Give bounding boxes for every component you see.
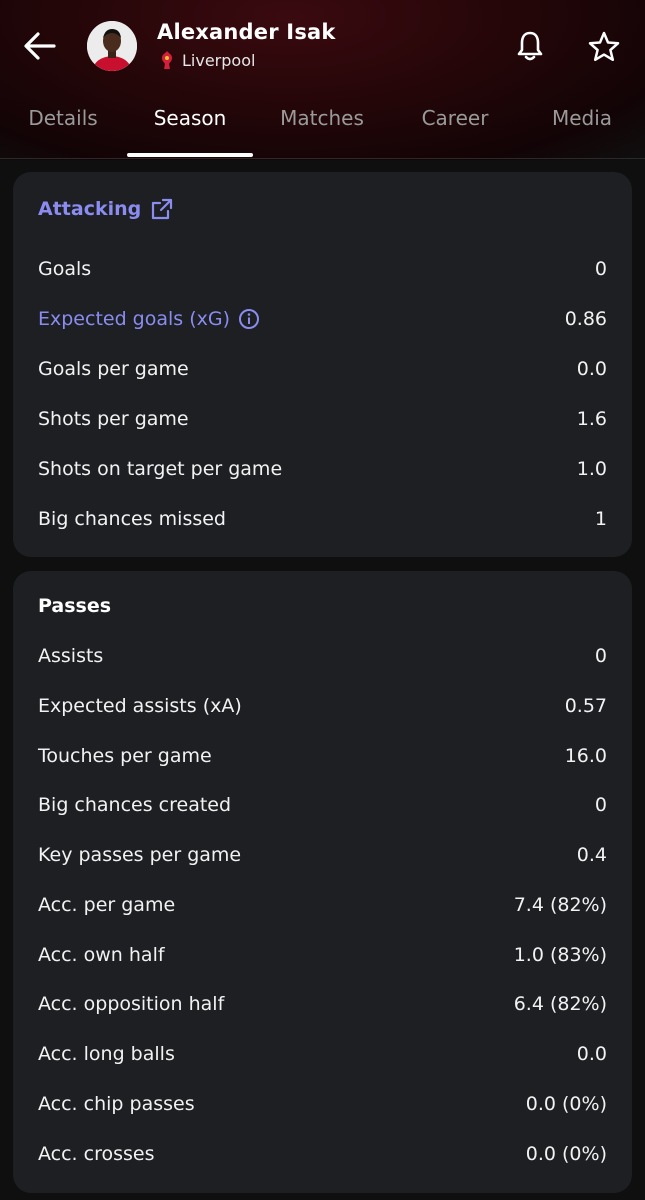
stat-value: 1 xyxy=(594,508,607,530)
stat-value: 0.0 xyxy=(576,358,607,380)
stat-value: 6.4 (82%) xyxy=(513,993,607,1015)
stat-label: Goals per game xyxy=(38,358,189,380)
stat-value: 0.0 (0%) xyxy=(525,1143,607,1165)
stat-label: Touches per game xyxy=(38,745,212,767)
stat-row-acc-opposition-half: Acc. opposition half 6.4 (82%) xyxy=(38,991,607,1021)
back-button[interactable] xyxy=(20,26,60,66)
notify-button[interactable] xyxy=(515,30,545,62)
stat-row-touches: Touches per game 16.0 xyxy=(38,743,607,773)
stat-value: 0.0 (0%) xyxy=(525,1093,607,1115)
stat-value: 0 xyxy=(594,794,607,816)
stat-label: Assists xyxy=(38,645,104,667)
stat-label: Expected assists (xA) xyxy=(38,695,242,717)
stat-row-acc-chip-passes: Acc. chip passes 0.0 (0%) xyxy=(38,1091,607,1121)
stat-label: Expected goals (xG) xyxy=(38,308,231,330)
passes-title: Passes xyxy=(38,595,112,617)
stat-row-acc-own-half: Acc. own half 1.0 (83%) xyxy=(38,942,607,972)
stat-label: Acc. long balls xyxy=(38,1043,175,1065)
stat-label: Acc. own half xyxy=(38,944,165,966)
stat-label: Acc. per game xyxy=(38,894,176,916)
stat-label: Key passes per game xyxy=(38,844,242,866)
stat-row-assists: Assists 0 xyxy=(38,643,607,673)
arrow-left-icon xyxy=(24,32,56,60)
stat-value: 0 xyxy=(594,645,607,667)
tab-details[interactable]: Details xyxy=(28,106,97,130)
stat-value: 1.0 (83%) xyxy=(513,944,607,966)
stat-row-big-chances-missed: Big chances missed 1 xyxy=(38,506,607,536)
bell-icon xyxy=(517,31,543,61)
stat-row-acc-long-balls: Acc. long balls 0.0 xyxy=(38,1041,607,1071)
team-link[interactable]: Liverpool xyxy=(160,50,255,70)
stat-row-big-chances-created: Big chances created 0 xyxy=(38,792,607,822)
stat-label: Goals xyxy=(38,258,92,280)
stat-value: 0.86 xyxy=(564,308,607,330)
stat-row-shots-per-game: Shots per game 1.6 xyxy=(38,406,607,436)
player-header: Alexander Isak Liverpool Details Season … xyxy=(0,0,645,160)
stat-label: Big chances missed xyxy=(38,508,226,530)
external-link-icon xyxy=(152,198,173,220)
info-icon xyxy=(239,309,260,329)
team-crest-icon xyxy=(162,51,172,69)
passes-card: Passes Assists 0 Expected assists (xA) 0… xyxy=(13,571,632,1193)
profile-tabs: Details Season Matches Career Media xyxy=(0,100,645,158)
stat-label: Shots per game xyxy=(38,408,189,430)
stat-value: 1.0 xyxy=(576,458,607,480)
stat-label: Acc. chip passes xyxy=(38,1093,195,1115)
tab-media[interactable]: Media xyxy=(552,106,612,130)
stat-value: 1.6 xyxy=(576,408,607,430)
stat-label: Shots on target per game xyxy=(38,458,283,480)
team-name: Liverpool xyxy=(182,50,256,70)
stat-row-acc-per-game: Acc. per game 7.4 (82%) xyxy=(38,892,607,922)
favorite-button[interactable] xyxy=(587,30,621,62)
active-tab-indicator xyxy=(127,153,253,157)
stat-row-acc-crosses: Acc. crosses 0.0 (0%) xyxy=(38,1141,607,1171)
stat-row-shots-on-target: Shots on target per game 1.0 xyxy=(38,456,607,486)
xg-info-link[interactable]: Expected goals (xG) xyxy=(38,308,260,330)
attacking-title: Attacking xyxy=(38,198,142,220)
stat-value: 16.0 xyxy=(564,745,607,767)
tabs-divider xyxy=(0,158,645,159)
stat-value: 0.57 xyxy=(564,695,607,717)
stat-label: Big chances created xyxy=(38,794,232,816)
stat-row-xa: Expected assists (xA) 0.57 xyxy=(38,693,607,723)
stat-row-key-passes: Key passes per game 0.4 xyxy=(38,842,607,872)
player-name: Alexander Isak xyxy=(157,20,336,44)
stat-row-xg: Expected goals (xG) 0.86 xyxy=(38,306,607,336)
star-icon xyxy=(588,31,620,62)
tab-season[interactable]: Season xyxy=(154,106,227,130)
tab-matches[interactable]: Matches xyxy=(280,106,364,130)
attacking-card: Attacking Goals 0 Expected goals (xG) 0.… xyxy=(13,172,632,557)
stat-value: 0.4 xyxy=(576,844,607,866)
stat-value: 0 xyxy=(594,258,607,280)
avatar xyxy=(87,21,137,71)
stat-value: 7.4 (82%) xyxy=(513,894,607,916)
stat-row-goals-per-game: Goals per game 0.0 xyxy=(38,356,607,386)
attacking-title-link[interactable]: Attacking xyxy=(38,197,174,221)
stat-value: 0.0 xyxy=(576,1043,607,1065)
tab-career[interactable]: Career xyxy=(422,106,489,130)
stat-label: Acc. opposition half xyxy=(38,993,225,1015)
stat-row-goals: Goals 0 xyxy=(38,256,607,286)
stat-label: Acc. crosses xyxy=(38,1143,155,1165)
